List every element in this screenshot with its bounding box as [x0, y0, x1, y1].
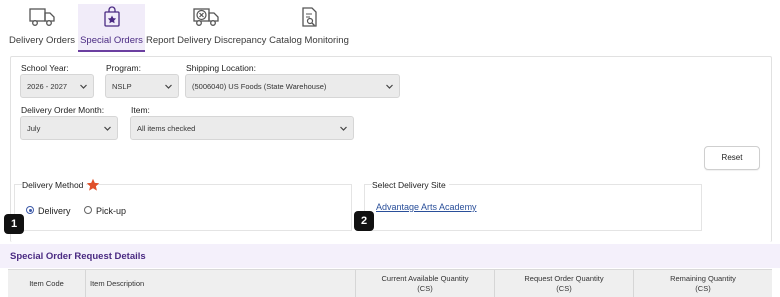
tab-special-orders[interactable]: Special Orders [78, 4, 145, 52]
chevron-down-icon [386, 84, 393, 89]
tab-label: Special Orders [80, 35, 143, 46]
shipping-location-select[interactable]: (5006040) US Foods (State Warehouse) [185, 74, 400, 98]
star-bag-icon [103, 6, 120, 27]
tab-label: Delivery Orders [9, 35, 75, 46]
delivery-method-title: Delivery Method [22, 180, 87, 190]
program-select[interactable]: NSLP [105, 74, 179, 98]
delivery-order-month-value: July [27, 124, 41, 133]
tab-delivery-orders[interactable]: Delivery Orders [6, 4, 78, 52]
callout-1: 1 [4, 214, 24, 234]
delivery-site-link[interactable]: Advantage Arts Academy [376, 202, 477, 212]
school-year-select[interactable]: 2026 - 2027 [20, 74, 94, 98]
delivery-order-month-label: Delivery Order Month: [21, 105, 105, 115]
chevron-down-icon [104, 126, 111, 131]
program-label: Program: [106, 63, 141, 73]
school-year-value: 2026 - 2027 [27, 82, 68, 91]
item-select[interactable]: All items checked [130, 116, 354, 140]
delivery-site-title: Select Delivery Site [372, 180, 449, 190]
tab-bar: Delivery Orders Special Orders Report De… [0, 0, 780, 52]
shipping-location-value: (5006040) US Foods (State Warehouse) [192, 82, 327, 91]
column-item-description: Item Description [86, 270, 356, 297]
delivery-radio-label[interactable]: Delivery [38, 206, 71, 216]
table-header: Item Code Item Description Current Avail… [8, 269, 772, 297]
delivery-radio[interactable] [26, 206, 34, 214]
column-remaining-quantity: Remaining Quantity (CS) [670, 274, 736, 293]
delivery-order-month-select[interactable]: July [20, 116, 118, 140]
truck-x-icon [193, 8, 219, 26]
reset-button[interactable]: Reset [704, 146, 760, 170]
tab-label: Catalog Monitoring [269, 35, 349, 46]
item-label: Item: [131, 105, 150, 115]
column-current-available-quantity: Current Available Quantity (CS) [356, 270, 495, 297]
chevron-down-icon [80, 84, 87, 89]
item-value: All items checked [137, 124, 196, 133]
tab-label: Report Delivery Discrepancy [146, 35, 267, 46]
required-star-icon [86, 178, 100, 191]
column-request-order-quantity: Request Order Quantity (CS) [495, 270, 634, 297]
school-year-label: School Year: [21, 63, 69, 73]
program-value: NSLP [112, 82, 132, 91]
column-item-code: Item Code [8, 270, 86, 297]
chevron-down-icon [340, 126, 347, 131]
document-search-icon [302, 7, 317, 27]
pickup-radio-label[interactable]: Pick-up [96, 206, 126, 216]
pickup-radio[interactable] [84, 206, 92, 214]
section-title: Special Order Request Details [10, 251, 146, 262]
tab-catalog-monitoring[interactable]: Catalog Monitoring [266, 4, 352, 52]
chevron-down-icon [165, 84, 172, 89]
delivery-truck-icon [29, 8, 55, 26]
shipping-location-label: Shipping Location: [186, 63, 256, 73]
special-order-section-header: Special Order Request Details [0, 244, 780, 268]
tab-report-delivery-discrepancy[interactable]: Report Delivery Discrepancy [146, 4, 266, 52]
callout-2: 2 [354, 211, 374, 231]
